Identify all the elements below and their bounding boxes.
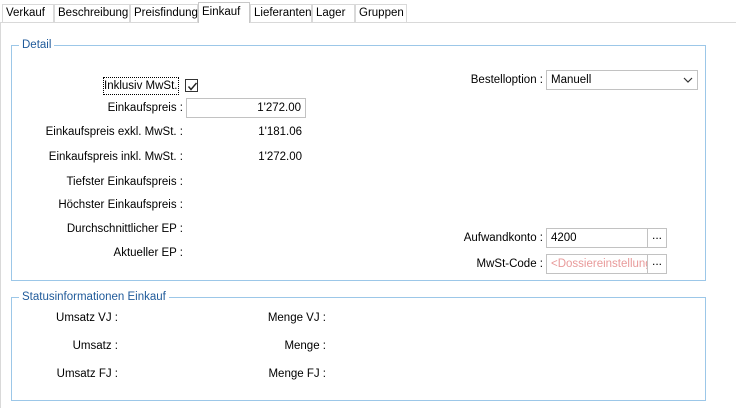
tab-panel-border	[0, 22, 736, 23]
umsatz-fj-label: Umsatz FJ :	[56, 368, 118, 380]
aktueller-ep-label: Aktueller EP :	[113, 247, 183, 259]
tab-panel-left-border	[0, 22, 1, 408]
checkmark-icon	[187, 82, 198, 91]
mwst-code-browse-button[interactable]: ...	[647, 254, 667, 274]
tiefster-einkaufspreis-label: Tiefster Einkaufspreis :	[66, 176, 183, 188]
tab-lieferanten[interactable]: Lieferanten	[250, 4, 312, 22]
tab-preisfindung[interactable]: Preisfindung	[130, 4, 198, 22]
menge-label: Menge :	[284, 340, 326, 352]
einkaufspreis-exkl-label: Einkaufspreis exkl. MwSt. :	[45, 126, 183, 138]
einkaufspreis-inkl-value: 1'272.00	[258, 151, 302, 163]
tab-strip: Verkauf Beschreibung Preisfindung Einkau…	[0, 0, 736, 23]
menge-vj-label: Menge VJ :	[267, 312, 326, 324]
umsatz-label: Umsatz :	[72, 340, 118, 352]
einkaufspreis-exkl-value: 1'181.06	[258, 126, 302, 138]
aufwandkonto-input[interactable]: 4200	[546, 228, 648, 248]
mwst-code-input[interactable]: <Dossiereinstellunge	[546, 254, 648, 274]
tab-beschreibung[interactable]: Beschreibung	[54, 4, 130, 22]
einkaufspreis-label: Einkaufspreis :	[107, 102, 183, 114]
tab-gruppen[interactable]: Gruppen	[355, 4, 407, 22]
einkaufspreis-inkl-label: Einkaufspreis inkl. MwSt. :	[48, 151, 183, 163]
inklusiv-mwst-checkbox[interactable]	[185, 79, 198, 92]
inklusiv-mwst-label: Inklusiv MwSt.	[103, 77, 179, 95]
detail-group-title: Detail	[19, 38, 55, 52]
aufwandkonto-browse-button[interactable]: ...	[647, 228, 667, 248]
tab-lager[interactable]: Lager	[312, 4, 355, 22]
durchschnittlicher-ep-label: Durchschnittlicher EP :	[66, 223, 183, 235]
aufwandkonto-label: Aufwandkonto :	[463, 232, 543, 244]
status-group-title: Statusinformationen Einkauf	[19, 290, 169, 304]
bestelloption-select[interactable]: Manuell	[546, 70, 698, 90]
chevron-down-icon	[683, 77, 693, 83]
tab-einkauf[interactable]: Einkauf	[198, 2, 250, 23]
umsatz-vj-label: Umsatz VJ :	[56, 312, 118, 324]
hoechster-einkaufspreis-label: Höchster Einkaufspreis :	[58, 199, 183, 211]
einkaufspreis-input[interactable]: 1'272.00	[186, 98, 306, 118]
mwst-code-label: MwSt-Code :	[476, 258, 543, 270]
bestelloption-label: Bestelloption :	[470, 74, 543, 86]
bestelloption-value: Manuell	[551, 74, 592, 86]
tab-verkauf[interactable]: Verkauf	[2, 4, 54, 22]
menge-fj-label: Menge FJ :	[268, 368, 326, 380]
